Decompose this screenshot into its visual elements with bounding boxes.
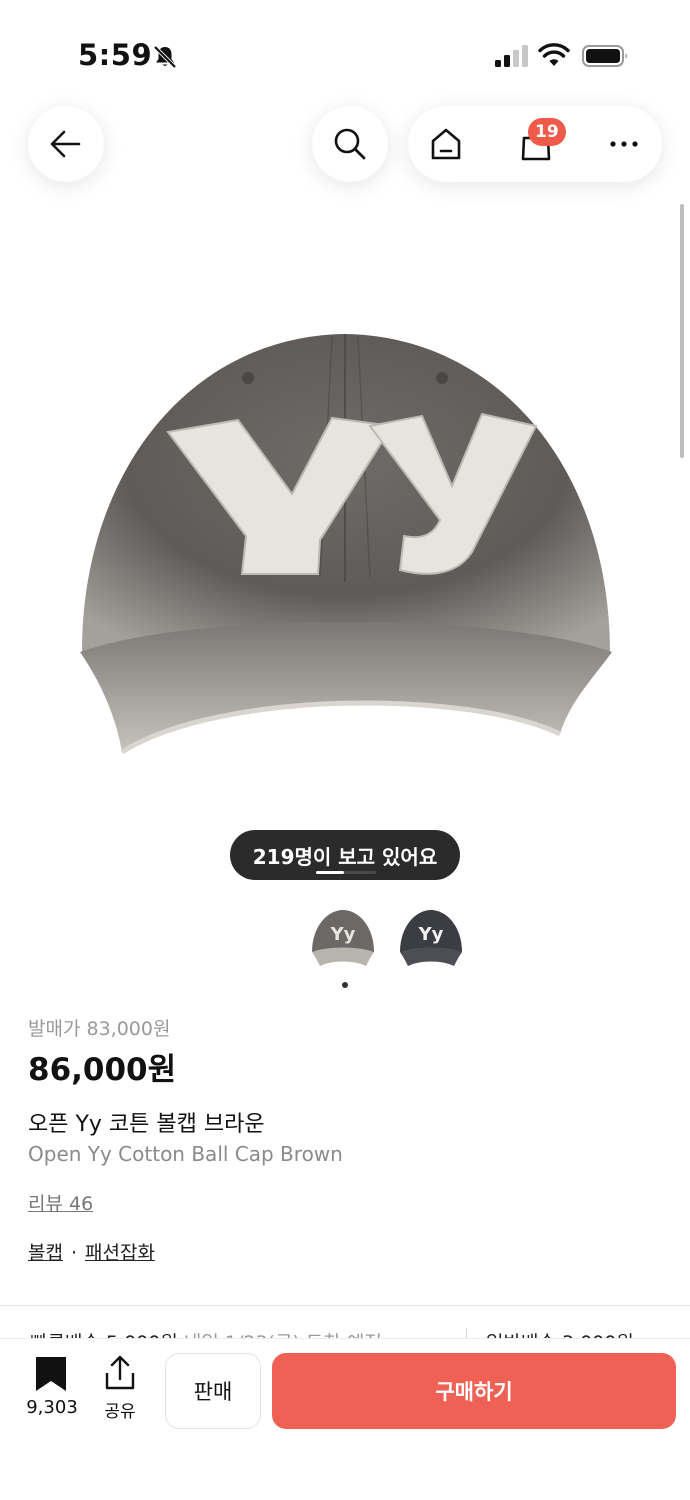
brown-cap-thumbnail[interactable]: Yy bbox=[308, 904, 378, 970]
share-label: 공유 bbox=[104, 1402, 136, 1422]
svg-text:Yy: Yy bbox=[330, 924, 356, 945]
image-slide-indicator bbox=[316, 871, 376, 874]
sell-button[interactable]: 판매 bbox=[165, 1353, 261, 1429]
review-link[interactable]: 리뷰 46 bbox=[28, 1189, 93, 1216]
more-dots-icon bbox=[610, 141, 638, 147]
bell-slash-icon bbox=[153, 45, 177, 69]
back-arrow-icon bbox=[50, 130, 81, 158]
svg-text:Yy: Yy bbox=[418, 924, 444, 945]
search-icon bbox=[334, 128, 366, 160]
back-button[interactable] bbox=[28, 106, 104, 182]
scrollbar[interactable] bbox=[680, 204, 684, 458]
product-name-korean: 오픈 Yy 코튼 볼캡 브라운 bbox=[28, 1112, 265, 1137]
status-time: 5:59 bbox=[78, 38, 153, 72]
section-divider bbox=[0, 1305, 690, 1306]
category-separator: · bbox=[70, 1242, 78, 1264]
color-thumbnails: Yy Yy bbox=[308, 904, 478, 974]
release-price: 발매가 83,000원 bbox=[28, 1018, 171, 1040]
cellular-signal-icon bbox=[495, 45, 528, 67]
price: 86,000원 bbox=[28, 1052, 177, 1088]
category-link-fashion-goods[interactable]: 패션잡화 bbox=[85, 1242, 155, 1264]
battery-icon bbox=[582, 45, 627, 67]
search-button[interactable] bbox=[312, 106, 388, 182]
bottom-action-bar: 9,303 공유 판매 구매하기 bbox=[0, 1338, 690, 1500]
product-name-english: Open Yy Cotton Ball Cap Brown bbox=[28, 1142, 343, 1166]
category-link-ballcap[interactable]: 볼캡 bbox=[28, 1242, 63, 1264]
home-icon bbox=[431, 128, 461, 160]
cart-count-badge: 19 bbox=[528, 118, 566, 146]
status-bar: 5:59 bbox=[0, 0, 690, 100]
charcoal-cap-thumbnail[interactable]: Yy bbox=[396, 904, 466, 970]
product-image[interactable] bbox=[70, 322, 620, 762]
share-button[interactable]: 공유 bbox=[98, 1355, 142, 1422]
thumbnail-page-dot bbox=[342, 982, 348, 988]
bookmark-count: 9,303 bbox=[26, 1397, 78, 1418]
bookmark-icon bbox=[36, 1357, 66, 1391]
wifi-icon bbox=[538, 43, 570, 66]
more-button[interactable] bbox=[586, 106, 662, 182]
buy-button[interactable]: 구매하기 bbox=[272, 1353, 676, 1429]
bookmark-button[interactable]: 9,303 bbox=[18, 1355, 86, 1421]
home-button[interactable] bbox=[408, 106, 484, 182]
share-icon bbox=[105, 1355, 135, 1390]
category-links: 볼캡 · 패션잡화 bbox=[28, 1238, 155, 1265]
